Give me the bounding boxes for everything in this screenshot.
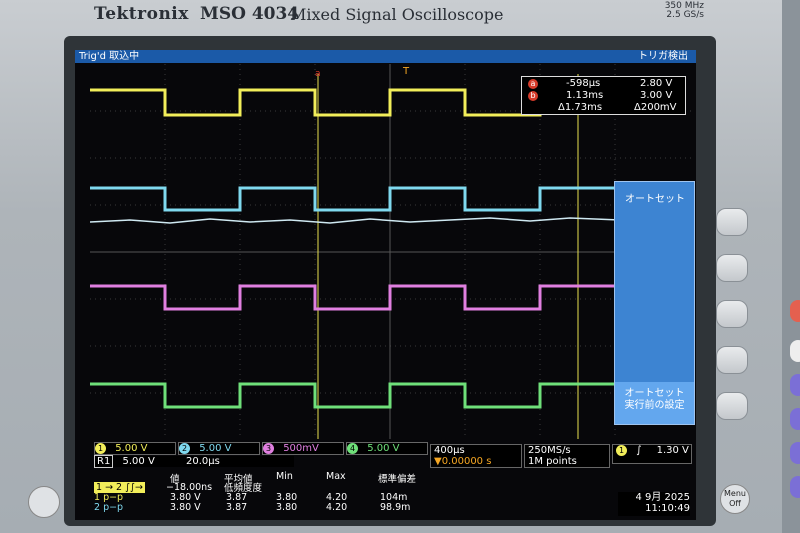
ch-button-white[interactable] [790, 340, 800, 362]
ch-button-red[interactable] [790, 300, 800, 322]
ch4-waveform [90, 382, 620, 409]
print-button[interactable] [28, 486, 60, 518]
softkey-3-button[interactable] [716, 300, 748, 328]
ch2-waveform [90, 186, 620, 212]
trigger-readout[interactable]: 1 ∫ 1.30 V [612, 444, 692, 464]
ch-button-purple-1[interactable] [790, 374, 800, 396]
cursor-b-time: 1.13ms [566, 90, 604, 101]
timebase-readout[interactable]: 400µs ▼0.00000 s [430, 444, 522, 468]
side-menu: オートセット オートセット 実行前の設定 [614, 181, 695, 425]
ch-button-purple-3[interactable] [790, 442, 800, 464]
ref-readout[interactable]: R1 5.00 V 20.0µs [94, 455, 294, 468]
cursor-b-badge-icon: b [528, 91, 538, 101]
ch-button-purple-4[interactable] [790, 476, 800, 498]
model-number: MSO 4034 [200, 4, 300, 24]
softkey-1-button[interactable] [716, 208, 748, 236]
top-status-bar: Trig'd 取込中 トリガ検出 [75, 50, 696, 63]
meas-row3-label: 2 p−p [94, 502, 124, 513]
cursor-a-volt: 2.80 V [640, 78, 673, 89]
ch2-scale-readout[interactable]: 2 5.00 V [178, 442, 260, 455]
autoset-menu-item[interactable]: オートセット [615, 182, 694, 382]
model-description: Mixed Signal Oscilloscope [290, 5, 504, 24]
softkey-5-button[interactable] [716, 392, 748, 420]
ch3-waveform [90, 284, 620, 311]
cursor-b-volt: 3.00 V [640, 90, 673, 101]
cursor-readout: a -598µs 2.80 V b 1.13ms 3.00 V Δ1.73ms … [521, 76, 686, 115]
bottom-status-area: 1 5.00 V 2 5.00 V 3 500mV 4 5.00 V R1 5.… [90, 442, 693, 520]
menu-off-button[interactable]: Menu Off [720, 484, 750, 514]
softkey-2-button[interactable] [716, 254, 748, 282]
ch-button-purple-2[interactable] [790, 408, 800, 430]
trigger-marker-icon: T [402, 66, 410, 77]
ch3-scale-readout[interactable]: 3 500mV [262, 442, 344, 455]
cursor-delta-time: Δ1.73ms [558, 102, 603, 113]
acquire-status: Trig'd 取込中 [79, 51, 140, 62]
datetime-readout: 4 9月 2025 11:10:49 [618, 492, 690, 516]
brand-bar: Tektronix MSO 4034 Mixed Signal Oscillos… [64, 0, 704, 30]
undo-autoset-menu-item[interactable]: オートセット 実行前の設定 [615, 382, 694, 424]
sample-rate-readout[interactable]: 250MS/s 1M points [524, 444, 610, 468]
cursor-a-marker-icon: a [315, 69, 321, 79]
ch4-scale-readout[interactable]: 4 5.00 V [346, 442, 428, 455]
cursor-a-badge-icon: a [528, 79, 538, 89]
trigger-status: トリガ検出 [638, 51, 688, 62]
ch1-scale-readout[interactable]: 1 5.00 V [94, 442, 176, 455]
brand-name: Tektronix [94, 4, 189, 24]
scope-screen: Trig'd 取込中 トリガ検出 T a a -598µs 2.80 V b 1… [75, 50, 696, 520]
cursor-a-time: -598µs [566, 78, 601, 89]
softkey-4-button[interactable] [716, 346, 748, 374]
ref-noise-waveform [90, 217, 621, 224]
cursor-delta-volt: Δ200mV [634, 102, 677, 113]
spec-label: 350 MHz 2.5 GS/s [664, 1, 704, 20]
measurement-table: 値 平均値 低頻度度 Min Max 標準偏差 1 → 2 ∫∫→ −18.00… [94, 471, 417, 513]
waveform-graticule: T a [90, 64, 693, 439]
